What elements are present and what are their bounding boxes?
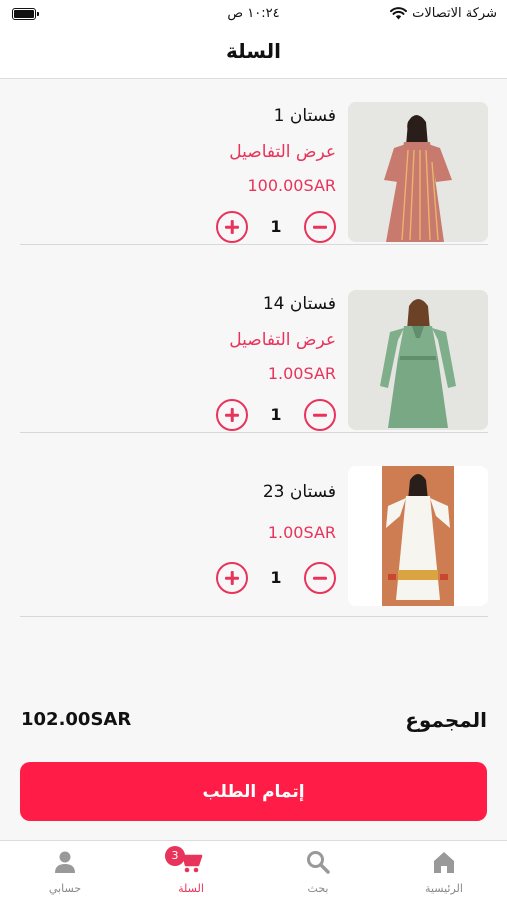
search-icon (307, 851, 330, 874)
tab-cart[interactable]: 3 السلة (128, 841, 254, 900)
quantity-value: 1 (270, 217, 282, 236)
tab-label: بحث (307, 882, 329, 895)
quantity-stepper: 1 (216, 562, 336, 596)
cart-item: فستان 1 عرض التفاصيل 100.00SAR 1 (20, 80, 488, 245)
carrier-name: شركة الاتصالات (412, 6, 497, 21)
page-title: السلة (225, 39, 281, 63)
product-price: 1.00SAR (267, 364, 336, 383)
increase-quantity-button[interactable] (216, 399, 248, 431)
cart-item: فستان 14 عرض التفاصيل 1.00SAR 1 (20, 268, 488, 433)
product-name: فستان 1 (273, 106, 336, 126)
person-icon (55, 851, 75, 873)
view-details-link[interactable]: عرض التفاصيل (229, 330, 336, 350)
view-details-link[interactable]: عرض التفاصيل (229, 142, 336, 162)
dress-photo-2 (348, 290, 488, 430)
product-name: فستان 14 (262, 294, 336, 314)
product-price: 100.00SAR (247, 176, 337, 195)
checkout-button[interactable]: إتمام الطلب (20, 762, 487, 821)
dress-photo-3 (348, 466, 488, 606)
product-image[interactable] (348, 466, 488, 606)
tab-label: الرئيسية (425, 882, 463, 895)
total-label: المجموع (405, 708, 487, 732)
status-bar: ١٠:٢٤ ص شركة الاتصالات (0, 0, 507, 30)
dress-photo-1 (348, 102, 488, 242)
tab-account[interactable]: حسابي (2, 841, 128, 900)
quantity-stepper: 1 (216, 211, 336, 245)
total-value: 102.00SAR (21, 709, 132, 730)
carrier-info: شركة الاتصالات (390, 6, 497, 21)
product-image[interactable] (348, 290, 488, 430)
product-image[interactable] (348, 102, 488, 242)
wifi-icon (390, 7, 408, 20)
tab-label: حسابي (48, 882, 82, 895)
tab-label: السلة (178, 882, 204, 895)
product-price: 1.00SAR (267, 523, 336, 542)
quantity-value: 1 (270, 405, 282, 424)
decrease-quantity-button[interactable] (304, 399, 336, 431)
increase-quantity-button[interactable] (216, 562, 248, 594)
tab-bar: الرئيسية بحث 3 السلة حسابي (0, 840, 507, 900)
cart-count-badge: 3 (165, 846, 185, 866)
cart-item: فستان 23 1.00SAR 1 (20, 456, 488, 617)
tab-search[interactable]: بحث (255, 841, 381, 900)
decrease-quantity-button[interactable] (304, 211, 336, 243)
quantity-value: 1 (270, 568, 282, 587)
product-name: فستان 23 (262, 482, 336, 502)
quantity-stepper: 1 (216, 399, 336, 433)
decrease-quantity-button[interactable] (304, 562, 336, 594)
home-icon (434, 852, 454, 873)
tab-home[interactable]: الرئيسية (381, 841, 507, 900)
increase-quantity-button[interactable] (216, 211, 248, 243)
nav-bar: السلة (0, 30, 507, 79)
